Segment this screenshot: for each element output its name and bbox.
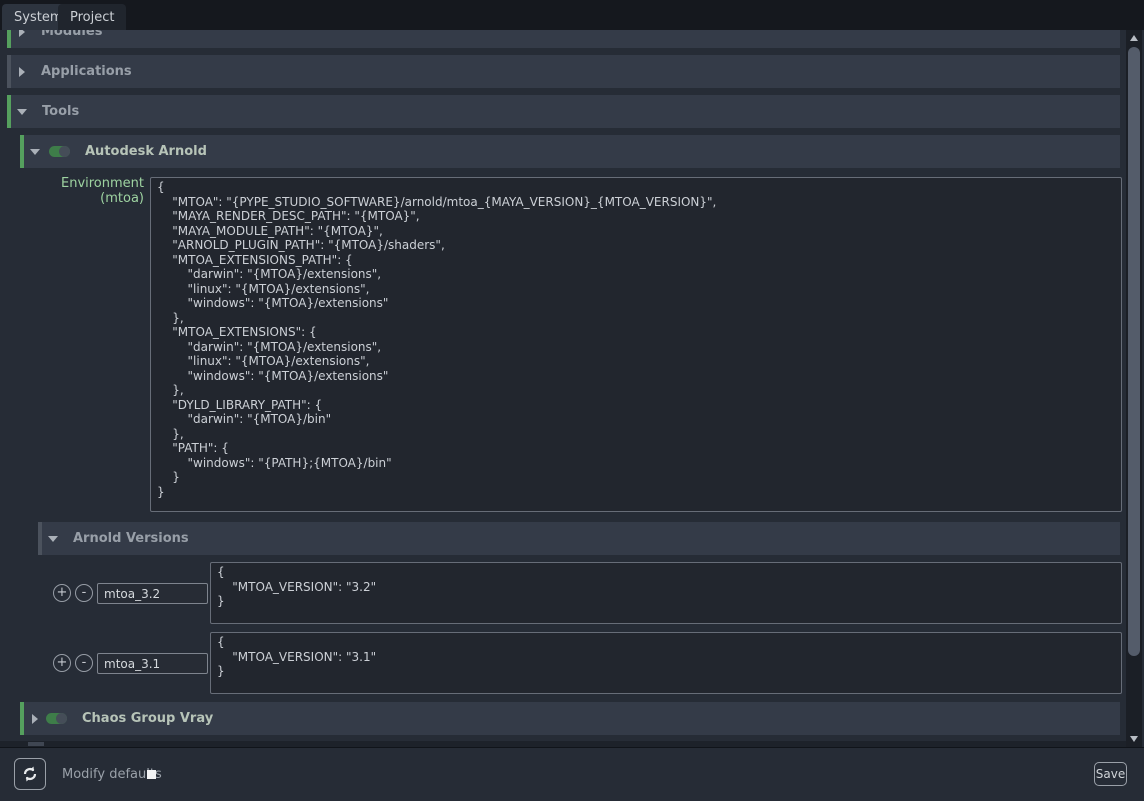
- add-version-button[interactable]: +: [53, 654, 71, 672]
- add-version-button[interactable]: +: [53, 584, 71, 602]
- caret-right-icon: [19, 30, 25, 37]
- caret-right-icon: [32, 714, 38, 724]
- vertical-scrollbar[interactable]: [1126, 30, 1142, 747]
- save-button[interactable]: Save: [1094, 762, 1127, 786]
- modify-defaults-checkbox[interactable]: [147, 770, 156, 779]
- version-key-input[interactable]: [97, 653, 208, 674]
- section-header-chaos-group-vray[interactable]: Chaos Group Vray: [20, 702, 1120, 735]
- section-label: Applications: [41, 64, 132, 79]
- version-key-input[interactable]: [97, 583, 208, 604]
- remove-version-button[interactable]: -: [75, 584, 93, 602]
- version-value-editor[interactable]: { "MTOA_VERSION": "3.2" }: [210, 562, 1122, 624]
- scroll-down-arrow-icon[interactable]: [1130, 736, 1138, 742]
- caret-down-icon: [48, 536, 58, 542]
- footer-bar: Modify defaults Save: [0, 747, 1144, 801]
- arnold-enabled-toggle[interactable]: [49, 146, 70, 157]
- section-header-tools[interactable]: Tools: [7, 95, 1120, 128]
- settings-window: System Project Modules Applications Tool…: [0, 0, 1144, 801]
- horizontal-scrollbar-thumb[interactable]: [28, 742, 44, 746]
- remove-version-button[interactable]: -: [75, 654, 93, 672]
- settings-scroll-area: Modules Applications Tools Autodesk Arno…: [0, 30, 1144, 747]
- section-header-arnold-versions[interactable]: Arnold Versions: [38, 522, 1120, 555]
- scroll-up-arrow-icon[interactable]: [1130, 35, 1138, 41]
- caret-right-icon: [19, 67, 25, 77]
- version-value-editor[interactable]: { "MTOA_VERSION": "3.1" }: [210, 632, 1122, 694]
- tab-bar: System Project: [0, 0, 1144, 30]
- refresh-icon: [21, 765, 39, 783]
- refresh-button[interactable]: [14, 758, 46, 790]
- toggle-knob: [56, 713, 67, 724]
- environment-mtoa-editor[interactable]: { "MTOA": "{PYPE_STUDIO_SOFTWARE}/arnold…: [150, 177, 1122, 512]
- environment-mtoa-label: Environment (mtoa): [20, 176, 144, 206]
- vray-enabled-toggle[interactable]: [46, 713, 67, 724]
- vertical-scrollbar-thumb[interactable]: [1128, 47, 1140, 656]
- section-label: Tools: [42, 104, 79, 119]
- tool-title: Chaos Group Vray: [82, 711, 213, 726]
- caret-down-icon: [17, 109, 27, 115]
- section-header-applications[interactable]: Applications: [7, 55, 1120, 88]
- section-header-autodesk-arnold[interactable]: Autodesk Arnold: [20, 135, 1120, 168]
- tool-title: Autodesk Arnold: [85, 144, 207, 159]
- section-header-modules[interactable]: Modules: [7, 30, 1120, 48]
- toggle-knob: [59, 146, 70, 157]
- section-label: Arnold Versions: [73, 531, 189, 546]
- section-label: Modules: [41, 30, 102, 39]
- caret-down-icon: [30, 149, 40, 155]
- tab-project[interactable]: Project: [58, 4, 126, 30]
